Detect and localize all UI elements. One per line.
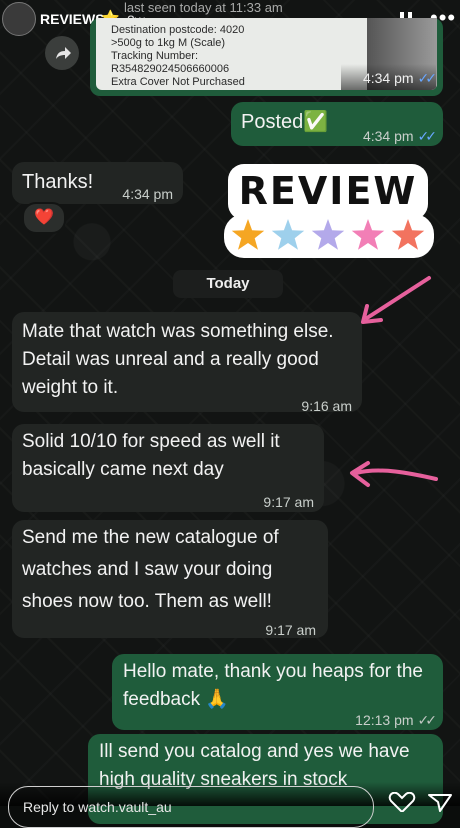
message-time: 4:34 pm ✓✓ [362,128,438,144]
message-time: 12:13 pm ✓✓ [355,712,438,728]
message-bubble-in[interactable]: Thanks! 4:34 pm [12,162,183,204]
message-time: 9:17 am [263,494,314,510]
label-line: Tracking Number: [111,50,199,62]
reply-input[interactable]: Reply to watch.vault_au [8,786,374,828]
message-time: 9:17 am [265,622,316,638]
heart-icon: ❤️ [34,209,54,226]
message-text: Mate that watch was something else. Deta… [22,321,334,398]
forward-button[interactable] [45,36,79,70]
label-line: Extra Cover Not Purchased [111,76,245,88]
message-time: 9:16 am [301,398,352,414]
chat-last-seen: last seen today at 11:33 am [124,0,283,15]
message-bubble-out[interactable]: Posted✅ 4:34 pm ✓✓ [231,102,443,146]
heart-like-icon[interactable] [388,792,416,812]
review-sticker: REVIEW [222,160,438,260]
pink-arrow-icon [361,276,431,324]
message-bubble-in[interactable]: Mate that watch was something else. Deta… [12,312,362,414]
message-text: Posted✅ [241,111,329,133]
reply-placeholder: Reply to watch.vault_au [23,799,172,815]
read-ticks-icon: ✓✓ [417,128,438,144]
label-line: Destination postcode: 4020 [111,24,245,36]
heart-reaction[interactable]: ❤️ [22,202,66,234]
message-time: 4:34 pm [122,186,173,202]
story-avatar[interactable] [2,2,36,36]
message-text: Thanks! [22,171,94,193]
message-bubble-out[interactable]: Hello mate, thank you heaps for the feed… [112,654,443,730]
pink-arrow-icon [350,461,438,487]
message-time: 4:34 pm ✓✓ [362,70,438,86]
message-bubble-in[interactable]: Send me the new catalogue of watches and… [12,520,328,638]
label-line: >500g to 1kg M (Scale) [111,37,226,49]
date-divider-label: Today [206,275,250,292]
message-text: Solid 10/10 for speed as well it basical… [22,431,280,480]
rating-stars [224,214,434,258]
read-ticks-icon: ✓✓ [417,70,438,86]
label-line: R354829024506660006 [111,63,230,75]
message-bubble-in[interactable]: Solid 10/10 for speed as well it basical… [12,424,324,512]
forward-icon [56,47,71,59]
sent-ticks-icon: ✓✓ [417,712,438,728]
message-text: Send me the new catalogue of watches and… [22,527,279,612]
date-divider: Today [173,270,283,298]
shipping-label-bubble[interactable]: Destination postcode: 4020 >500g to 1kg … [90,18,443,96]
send-icon[interactable] [426,792,454,812]
